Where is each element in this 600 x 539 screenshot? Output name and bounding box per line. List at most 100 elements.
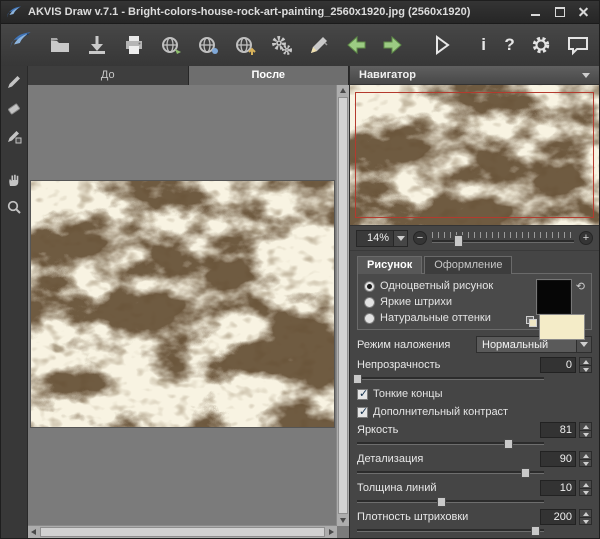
- hand-tool[interactable]: [5, 171, 23, 189]
- navigator-thumbnail[interactable]: [350, 85, 599, 226]
- image-view: До После: [28, 66, 349, 538]
- minimize-button[interactable]: [529, 6, 543, 18]
- radio-label: Яркие штрихи: [380, 296, 452, 308]
- color-swatches: ⟲: [519, 280, 585, 324]
- zoom-out-button[interactable]: −: [413, 231, 427, 245]
- close-button[interactable]: [577, 6, 591, 18]
- hatching-density-label: Плотность штриховки: [357, 511, 537, 523]
- chevron-down-icon: [580, 342, 588, 347]
- slider-handle[interactable]: [531, 526, 540, 536]
- share-web-icon[interactable]: [158, 32, 184, 58]
- redo-button[interactable]: [380, 32, 406, 58]
- share-upload-icon[interactable]: [232, 32, 258, 58]
- radio-icon[interactable]: [364, 313, 375, 324]
- window-title: AKVIS Draw v.7.1 - Bright-colors-house-r…: [28, 6, 523, 18]
- feedback-button[interactable]: [565, 32, 591, 58]
- brightness-value[interactable]: 81: [540, 422, 576, 438]
- canvas-area[interactable]: [28, 85, 349, 538]
- detail-stepper[interactable]: [579, 451, 592, 467]
- tab-before[interactable]: До: [28, 66, 189, 85]
- opacity-slider[interactable]: [357, 374, 544, 382]
- detail-label: Детализация: [357, 453, 537, 465]
- extra-contrast-checkbox-row[interactable]: ✓ Дополнительный контраст: [357, 406, 592, 418]
- secondary-color-swatch[interactable]: [539, 314, 585, 340]
- zoom-slider[interactable]: [432, 231, 574, 245]
- recolor-pencil-tool[interactable]: [5, 127, 23, 145]
- radio-icon[interactable]: [364, 297, 375, 308]
- slider-handle[interactable]: [437, 497, 446, 507]
- slider-handle[interactable]: [504, 439, 513, 449]
- radio-natural-tints[interactable]: Натуральные оттенки: [364, 312, 519, 324]
- info-button[interactable]: i: [476, 35, 491, 55]
- horizontal-scrollbar[interactable]: [28, 525, 337, 538]
- zoom-in-button[interactable]: +: [579, 231, 593, 245]
- before-after-tabs: До После: [28, 66, 349, 85]
- hatching-density-stepper[interactable]: [579, 509, 592, 525]
- tab-drawing[interactable]: Рисунок: [357, 256, 422, 274]
- reset-color-icon[interactable]: ⟲: [576, 280, 585, 293]
- swap-colors-icon[interactable]: [526, 316, 537, 327]
- result-image[interactable]: [30, 180, 335, 428]
- navigator-view-frame[interactable]: [355, 92, 594, 218]
- brightness-stepper[interactable]: [579, 422, 592, 438]
- chevron-down-icon: [582, 73, 590, 78]
- line-width-slider[interactable]: [357, 497, 544, 505]
- radio-icon[interactable]: [364, 281, 375, 292]
- line-width-value[interactable]: 10: [540, 480, 576, 496]
- akvis-logo-icon: [9, 30, 32, 60]
- opacity-value[interactable]: 0: [540, 357, 576, 373]
- opacity-label: Непрозрачность: [357, 359, 537, 371]
- radio-bright-strokes[interactable]: Яркие штрихи: [364, 296, 519, 308]
- print-button[interactable]: [121, 32, 147, 58]
- tab-after[interactable]: После: [189, 66, 350, 85]
- primary-color-swatch[interactable]: [537, 280, 571, 314]
- slider-handle[interactable]: [353, 374, 362, 384]
- hatching-density-value[interactable]: 200: [540, 509, 576, 525]
- preferences-button[interactable]: [528, 32, 554, 58]
- tab-decoration[interactable]: Оформление: [424, 256, 512, 274]
- zoom-level-value: 14%: [357, 232, 393, 244]
- detail-value[interactable]: 90: [540, 451, 576, 467]
- share-social-icon[interactable]: [195, 32, 221, 58]
- brightness-label: Яркость: [357, 424, 537, 436]
- vertical-scrollbar[interactable]: [336, 85, 349, 526]
- thin-ends-checkbox-row[interactable]: ✓ Тонкие концы: [357, 388, 592, 400]
- hatching-density-slider[interactable]: [357, 526, 544, 534]
- zoom-tool[interactable]: [5, 198, 23, 216]
- zoom-controls: 14% − +: [350, 226, 599, 251]
- zoom-level-select[interactable]: 14%: [356, 230, 408, 247]
- opacity-param: Непрозрачность 0: [357, 357, 592, 382]
- line-width-label: Толщина линий: [357, 482, 537, 494]
- checkbox-icon[interactable]: ✓: [357, 407, 368, 418]
- settings-panel: Рисунок Оформление Одноцветный рисунок Я…: [350, 251, 599, 538]
- slider-handle[interactable]: [521, 468, 530, 478]
- presets-pencil-icon[interactable]: [306, 32, 332, 58]
- hatching-density-param: Плотность штриховки 200: [357, 509, 592, 534]
- side-panel: Навигатор 14% −: [349, 66, 599, 538]
- eraser-tool[interactable]: [5, 100, 23, 118]
- batch-processing-icon[interactable]: [269, 32, 295, 58]
- tool-strip: [1, 66, 28, 538]
- zoom-handle[interactable]: [454, 235, 463, 247]
- maximize-button[interactable]: [553, 6, 567, 18]
- help-button[interactable]: ?: [502, 35, 517, 55]
- line-width-stepper[interactable]: [579, 480, 592, 496]
- pencil-tool[interactable]: [5, 73, 23, 91]
- navigator-title: Навигатор: [359, 69, 416, 81]
- checkbox-icon[interactable]: ✓: [357, 389, 368, 400]
- undo-button[interactable]: [343, 32, 369, 58]
- radio-label: Одноцветный рисунок: [380, 280, 493, 292]
- navigator-header[interactable]: Навигатор: [350, 66, 599, 85]
- blend-mode-label: Режим наложения: [357, 339, 472, 351]
- brightness-param: Яркость 81: [357, 422, 592, 447]
- opacity-stepper[interactable]: [579, 357, 592, 373]
- run-button[interactable]: [428, 32, 454, 58]
- detail-slider[interactable]: [357, 468, 544, 476]
- app-logo-icon: [6, 5, 22, 19]
- radio-monochrome[interactable]: Одноцветный рисунок: [364, 280, 519, 292]
- save-image-button[interactable]: [84, 32, 110, 58]
- brightness-slider[interactable]: [357, 439, 544, 447]
- detail-param: Детализация 90: [357, 451, 592, 476]
- titlebar: AKVIS Draw v.7.1 - Bright-colors-house-r…: [1, 1, 599, 24]
- open-image-button[interactable]: [47, 32, 73, 58]
